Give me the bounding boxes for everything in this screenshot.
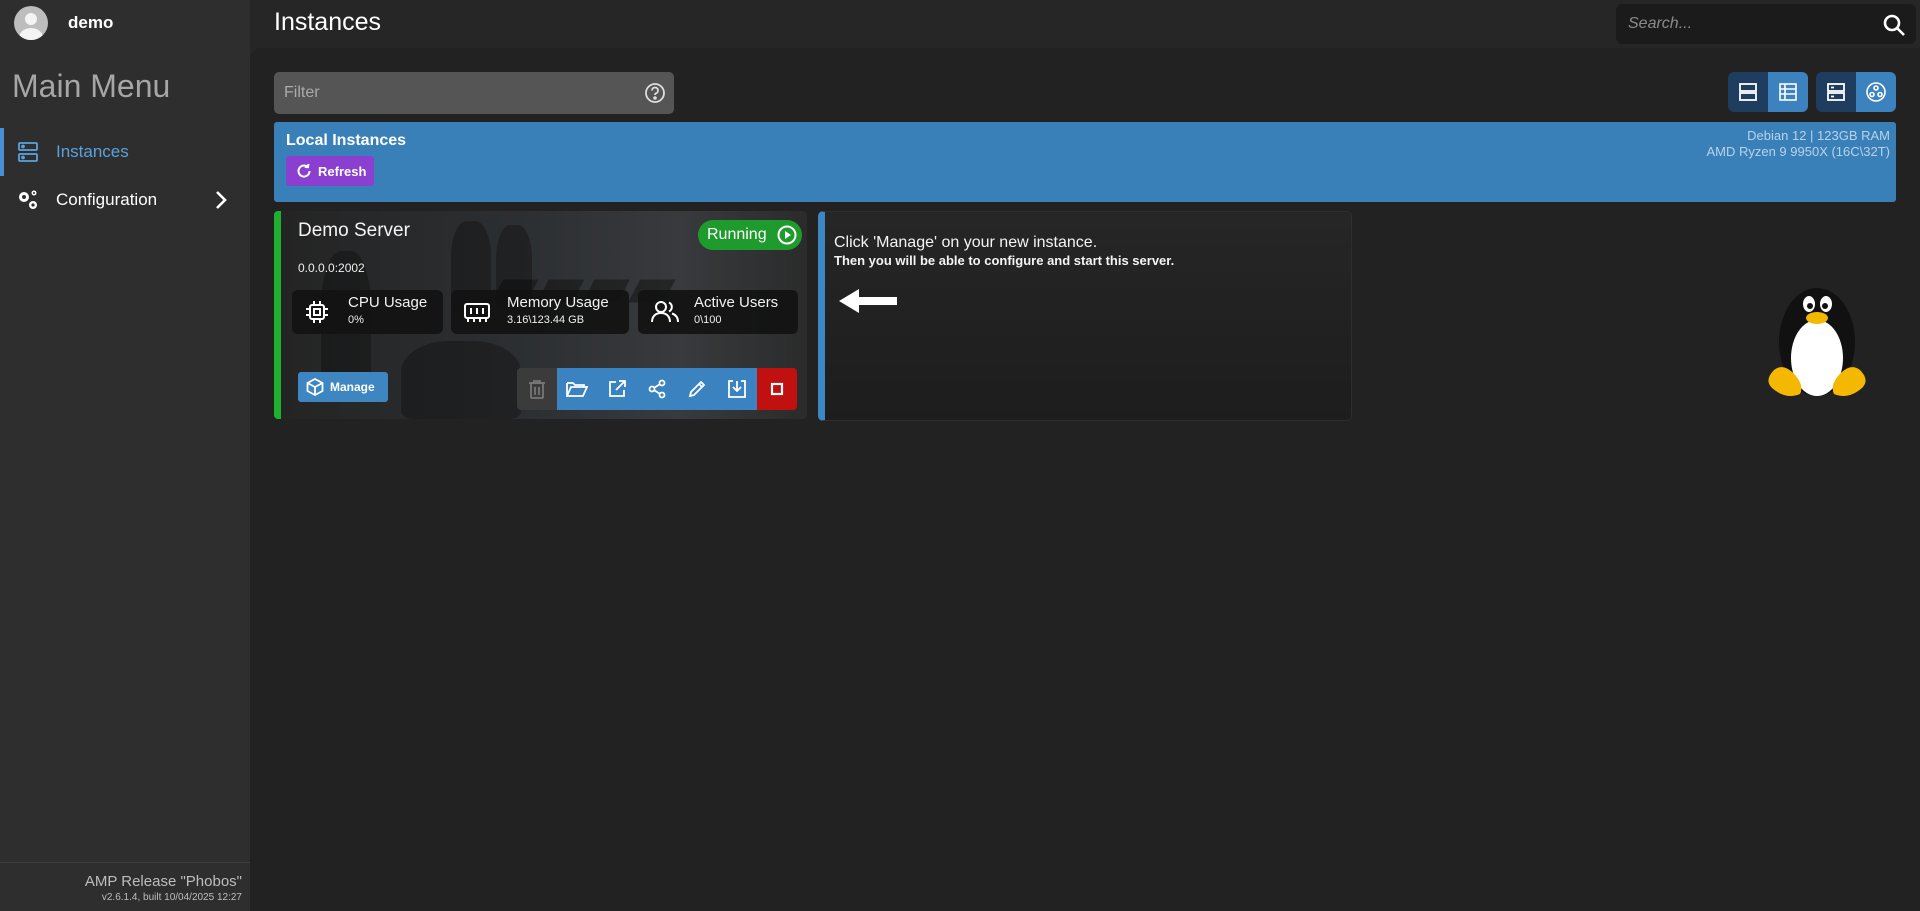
view-list-button[interactable] [1768, 72, 1808, 112]
sidebar-footer: AMP Release "Phobos" v2.6.1.4, built 10/… [0, 862, 250, 911]
cube-icon [306, 378, 324, 396]
layout-toggle-group [1728, 72, 1808, 112]
delete-icon [529, 380, 545, 399]
sidebar-item-instances[interactable]: Instances [0, 128, 250, 176]
linux-tux-icon [1768, 288, 1866, 396]
list-icon [1779, 83, 1797, 101]
search-icon[interactable] [1882, 13, 1906, 37]
view-grouped-button[interactable] [1856, 72, 1896, 112]
instance-name: Demo Server [298, 220, 410, 241]
view-server-button[interactable] [1816, 72, 1856, 112]
refresh-label: Refresh [318, 163, 367, 179]
cpu-icon [306, 301, 328, 323]
sidebar-item-configuration[interactable]: Configuration [0, 176, 250, 224]
arrow-left-icon [839, 289, 897, 313]
display-toggle-group [1816, 72, 1896, 112]
release-version: v2.6.1.4, built 10/04/2025 12:27 [101, 892, 242, 903]
stat-label: CPU Usage [348, 294, 428, 311]
server-icon [1827, 83, 1845, 101]
stat-value: 3.16\123.44 GB [507, 314, 585, 326]
active-users-stat: Active Users 0\100 [638, 290, 798, 334]
download-button[interactable] [717, 368, 757, 410]
release-name: AMP Release "Phobos" [84, 873, 242, 890]
share-icon [648, 379, 666, 399]
system-cpu: AMD Ryzen 9 9950X (16C\32T) [1706, 144, 1890, 159]
sidebar-item-label: Configuration [56, 190, 158, 209]
download-icon [728, 380, 746, 398]
share-button[interactable] [637, 368, 677, 410]
group-icon [1866, 82, 1886, 102]
refresh-button[interactable]: Refresh [286, 156, 374, 186]
instance-card: ▰▰▰▰ Demo Server 0.0.0.0:2002 Running CP… [274, 211, 807, 419]
page-title: Instances [274, 8, 382, 36]
avatar[interactable] [14, 6, 48, 40]
local-instances-title: Local Instances [286, 132, 407, 149]
play-circle-icon [777, 225, 797, 245]
open-external-button[interactable] [597, 368, 637, 410]
edit-icon [688, 380, 706, 398]
status-badge[interactable]: Running [698, 220, 802, 250]
help-icon[interactable] [644, 82, 666, 104]
main-menu-title: Main Menu [12, 68, 171, 104]
server-icon [16, 140, 40, 164]
user-row[interactable]: demo [0, 0, 250, 46]
system-info: Debian 12 | 123GB RAM AMD Ryzen 9 9950X … [1706, 128, 1890, 160]
instance-address: 0.0.0.0:2002 [298, 261, 365, 275]
sidebar-nav: Instances Configuration [0, 128, 250, 224]
local-instances-bar: Local Instances Refresh Debian 12 | 123G… [274, 122, 1896, 202]
sidebar-item-label: Instances [56, 142, 129, 161]
search-box [1616, 4, 1916, 44]
search-input[interactable] [1628, 15, 1868, 33]
hint-panel: Click 'Manage' on your new instance. The… [818, 211, 1352, 421]
filter-box [274, 72, 674, 114]
refresh-icon [297, 163, 311, 178]
rows-icon [1739, 83, 1757, 101]
memory-usage-stat: Memory Usage 3.16\123.44 GB [451, 290, 629, 334]
delete-button[interactable] [517, 368, 557, 410]
gears-icon [16, 188, 40, 212]
edit-button[interactable] [677, 368, 717, 410]
content-panel: Local Instances Refresh Debian 12 | 123G… [250, 48, 1920, 911]
stop-icon [770, 382, 784, 396]
stat-value: 0% [348, 314, 364, 326]
status-label: Running [707, 226, 767, 243]
manage-label: Manage [330, 380, 375, 394]
cpu-usage-stat: CPU Usage 0% [292, 290, 443, 334]
stat-label: Memory Usage [507, 294, 609, 311]
instance-action-bar [517, 368, 797, 410]
memory-icon [464, 303, 490, 322]
view-rows-button[interactable] [1728, 72, 1768, 112]
open-external-icon [609, 380, 626, 397]
stat-value: 0\100 [694, 314, 722, 326]
sidebar: demo Main Menu Instances Configuration A… [0, 0, 250, 911]
filter-input[interactable] [284, 84, 624, 102]
manage-button[interactable]: Manage [298, 372, 388, 402]
chevron-right-icon [216, 191, 227, 209]
stop-button[interactable] [757, 368, 797, 410]
hint-title: Click 'Manage' on your new instance. [834, 234, 1098, 251]
stat-label: Active Users [694, 294, 779, 311]
open-folder-button[interactable] [557, 368, 597, 410]
system-os: Debian 12 | 123GB RAM [1747, 128, 1890, 143]
hint-subtitle: Then you will be able to configure and s… [834, 253, 1175, 268]
folder-icon [566, 382, 588, 397]
users-icon [651, 301, 679, 323]
username: demo [68, 13, 114, 32]
